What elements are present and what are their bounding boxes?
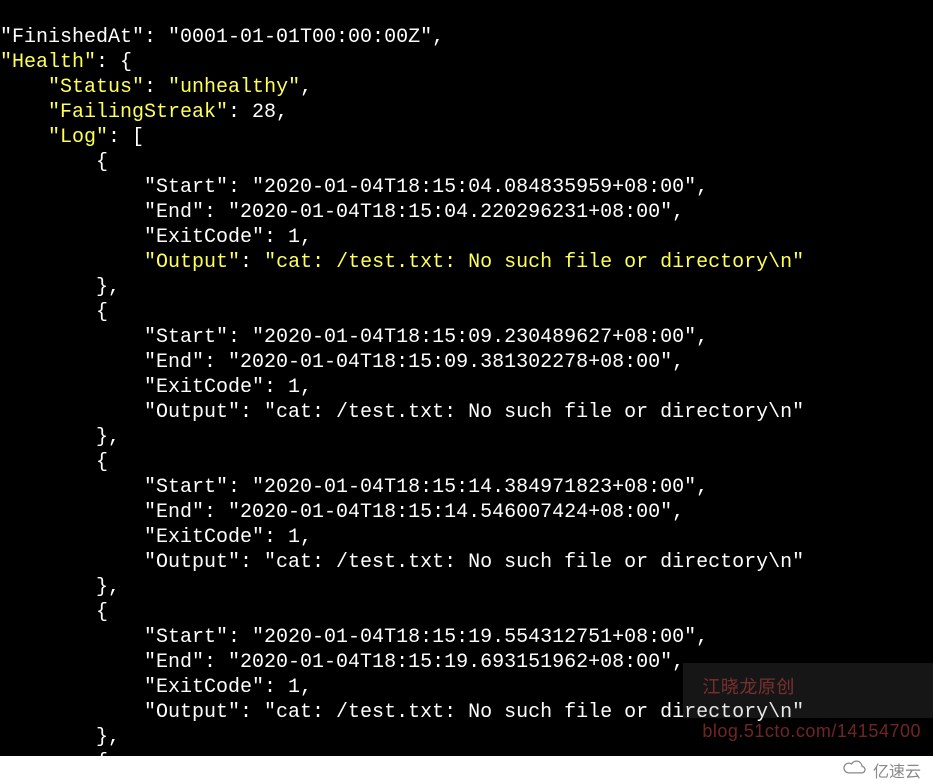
footer-text: 亿速云 <box>873 758 921 782</box>
terminal-line: "Start": "2020-01-04T18:15:09.230489627+… <box>0 325 933 350</box>
terminal-line: "End": "2020-01-04T18:15:09.381302278+08… <box>0 350 933 375</box>
terminal-line: "Start": "2020-01-04T18:15:19.554312751+… <box>0 625 933 650</box>
terminal-line: }, <box>0 275 933 300</box>
terminal-line: "ExitCode": 1, <box>0 225 933 250</box>
terminal-line: "Output": "cat: /test.txt: No such file … <box>0 550 933 575</box>
terminal-line: "Output": "cat: /test.txt: No such file … <box>0 400 933 425</box>
terminal-line: "FailingStreak": 28, <box>0 100 933 125</box>
terminal-line: "ExitCode": 1, <box>0 525 933 550</box>
terminal-line: "Start": "2020-01-04T18:15:04.084835959+… <box>0 175 933 200</box>
terminal-line: "Health": { <box>0 50 933 75</box>
footer-brand: 亿速云 <box>841 756 921 784</box>
terminal-line: { <box>0 600 933 625</box>
terminal-line: { <box>0 750 933 756</box>
cloud-icon <box>841 759 867 782</box>
terminal-line: "Log": [ <box>0 125 933 150</box>
terminal-line: "Status": "unhealthy", <box>0 75 933 100</box>
terminal-line: "Start": "2020-01-04T18:15:14.384971823+… <box>0 475 933 500</box>
watermark-line1: 江晓龙原创 <box>702 677 795 697</box>
terminal-line: "FinishedAt": "0001-01-01T00:00:00Z", <box>0 25 933 50</box>
terminal-line: { <box>0 300 933 325</box>
terminal-line: "End": "2020-01-04T18:15:04.220296231+08… <box>0 200 933 225</box>
watermark-text: 江晓龙原创 blog.51cto.com/14154700 <box>691 654 921 742</box>
terminal-line: { <box>0 450 933 475</box>
terminal-line: }, <box>0 575 933 600</box>
watermark-line2: blog.51cto.com/14154700 <box>702 721 921 741</box>
terminal-line: "Output": "cat: /test.txt: No such file … <box>0 250 933 275</box>
terminal-line: }, <box>0 425 933 450</box>
terminal-line: "End": "2020-01-04T18:15:14.546007424+08… <box>0 500 933 525</box>
terminal-line: "ExitCode": 1, <box>0 375 933 400</box>
terminal-output: "FinishedAt": "0001-01-01T00:00:00Z","He… <box>0 0 933 756</box>
terminal-line: { <box>0 150 933 175</box>
